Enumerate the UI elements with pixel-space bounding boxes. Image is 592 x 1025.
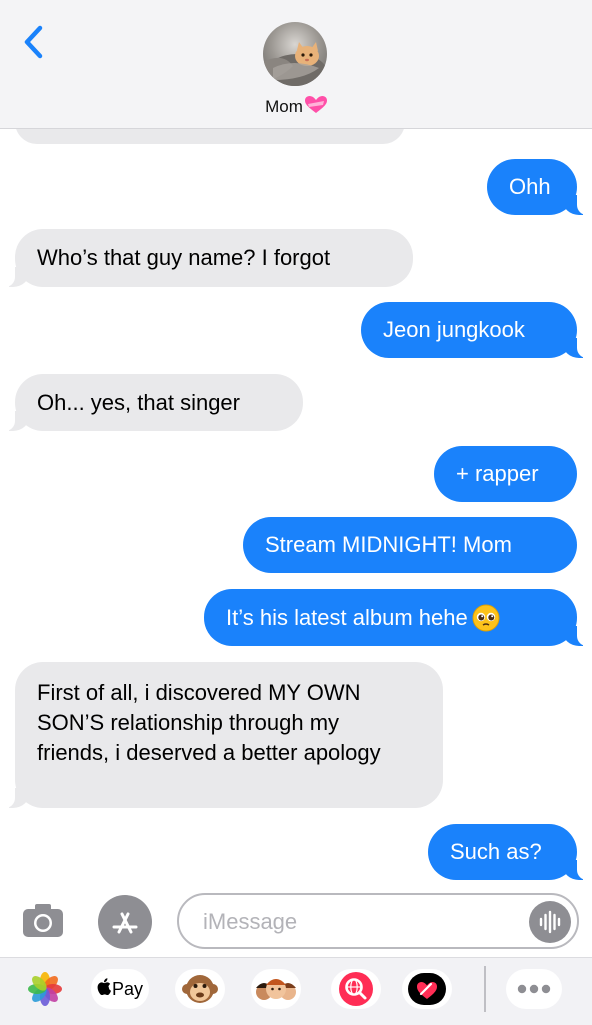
camera-icon (23, 904, 63, 937)
message-bubble-outgoing[interactable]: + rapper (434, 446, 577, 502)
message-text: Stream MIDNIGHT! Mom (265, 532, 512, 557)
pleading-face-emoji-icon (472, 604, 500, 632)
message-bubble-incoming[interactable]: First of all, i discovered MY OWN SON’S … (5, 662, 443, 808)
cat-avatar-image (263, 42, 327, 86)
message-bubble-outgoing[interactable]: Such as? (428, 824, 587, 880)
message-text: Oh... yes, that singer (37, 389, 240, 415)
conversation-header: Mom (0, 0, 592, 129)
app-store-button[interactable] (98, 895, 152, 949)
message-text: First of all, i discovered MY OWN SON’S … (37, 680, 381, 765)
message-text: Who’s that guy name? I forgot (37, 245, 331, 270)
back-button[interactable] (18, 22, 48, 62)
apple-pay-button[interactable]: Pay (91, 969, 149, 1009)
heart-with-ribbon-icon (304, 96, 327, 119)
message-bubble-outgoing[interactable]: It’s his latest album hehe (204, 589, 587, 646)
camera-button[interactable] (20, 898, 66, 944)
memoji-icon (256, 979, 296, 1000)
message-thread[interactable]: Ohh Who’s that guy name? I forgot Jeon j… (0, 0, 592, 885)
more-apps-button[interactable] (506, 969, 562, 1009)
message-field[interactable] (177, 893, 579, 949)
memoji-button[interactable] (251, 969, 301, 1009)
waveform-icon (539, 910, 561, 934)
digital-touch-icon (408, 973, 446, 1005)
more-apps-icon (517, 984, 551, 994)
message-text: It’s his latest album hehe (226, 604, 468, 630)
message-bubble-incoming[interactable]: Who’s that guy name? I forgot (5, 229, 413, 287)
chevron-left-icon (24, 25, 43, 59)
audio-message-button[interactable] (529, 901, 571, 943)
message-bubble-incoming[interactable]: Oh... yes, that singer (5, 374, 303, 431)
message-text: Ohh (509, 174, 551, 199)
contact-avatar[interactable] (263, 22, 327, 86)
contact-name-row[interactable]: Mom (0, 96, 592, 119)
message-bubble-outgoing[interactable]: Stream MIDNIGHT! Mom (243, 517, 577, 573)
message-bubble-outgoing[interactable]: Ohh (487, 159, 587, 215)
message-input[interactable] (201, 903, 505, 941)
image-search-button[interactable] (331, 969, 381, 1009)
message-text: Jeon jungkook (383, 317, 525, 342)
photos-app-button[interactable] (20, 969, 70, 1009)
message-bubble-outgoing[interactable]: Jeon jungkook (361, 302, 587, 358)
apple-logo-icon (97, 978, 111, 1000)
message-text: + rapper (456, 461, 539, 486)
message-text: Such as? (450, 839, 542, 864)
app-store-icon (112, 912, 138, 934)
monkey-animoji-icon (182, 975, 218, 1003)
image-search-icon (339, 972, 373, 1006)
contact-name: Mom (265, 97, 303, 116)
monkey-animoji-button[interactable] (175, 969, 225, 1009)
digital-touch-button[interactable] (402, 969, 452, 1009)
drawer-divider (484, 966, 486, 1012)
photos-icon (28, 972, 62, 1006)
apple-pay-label: Pay (111, 978, 144, 999)
